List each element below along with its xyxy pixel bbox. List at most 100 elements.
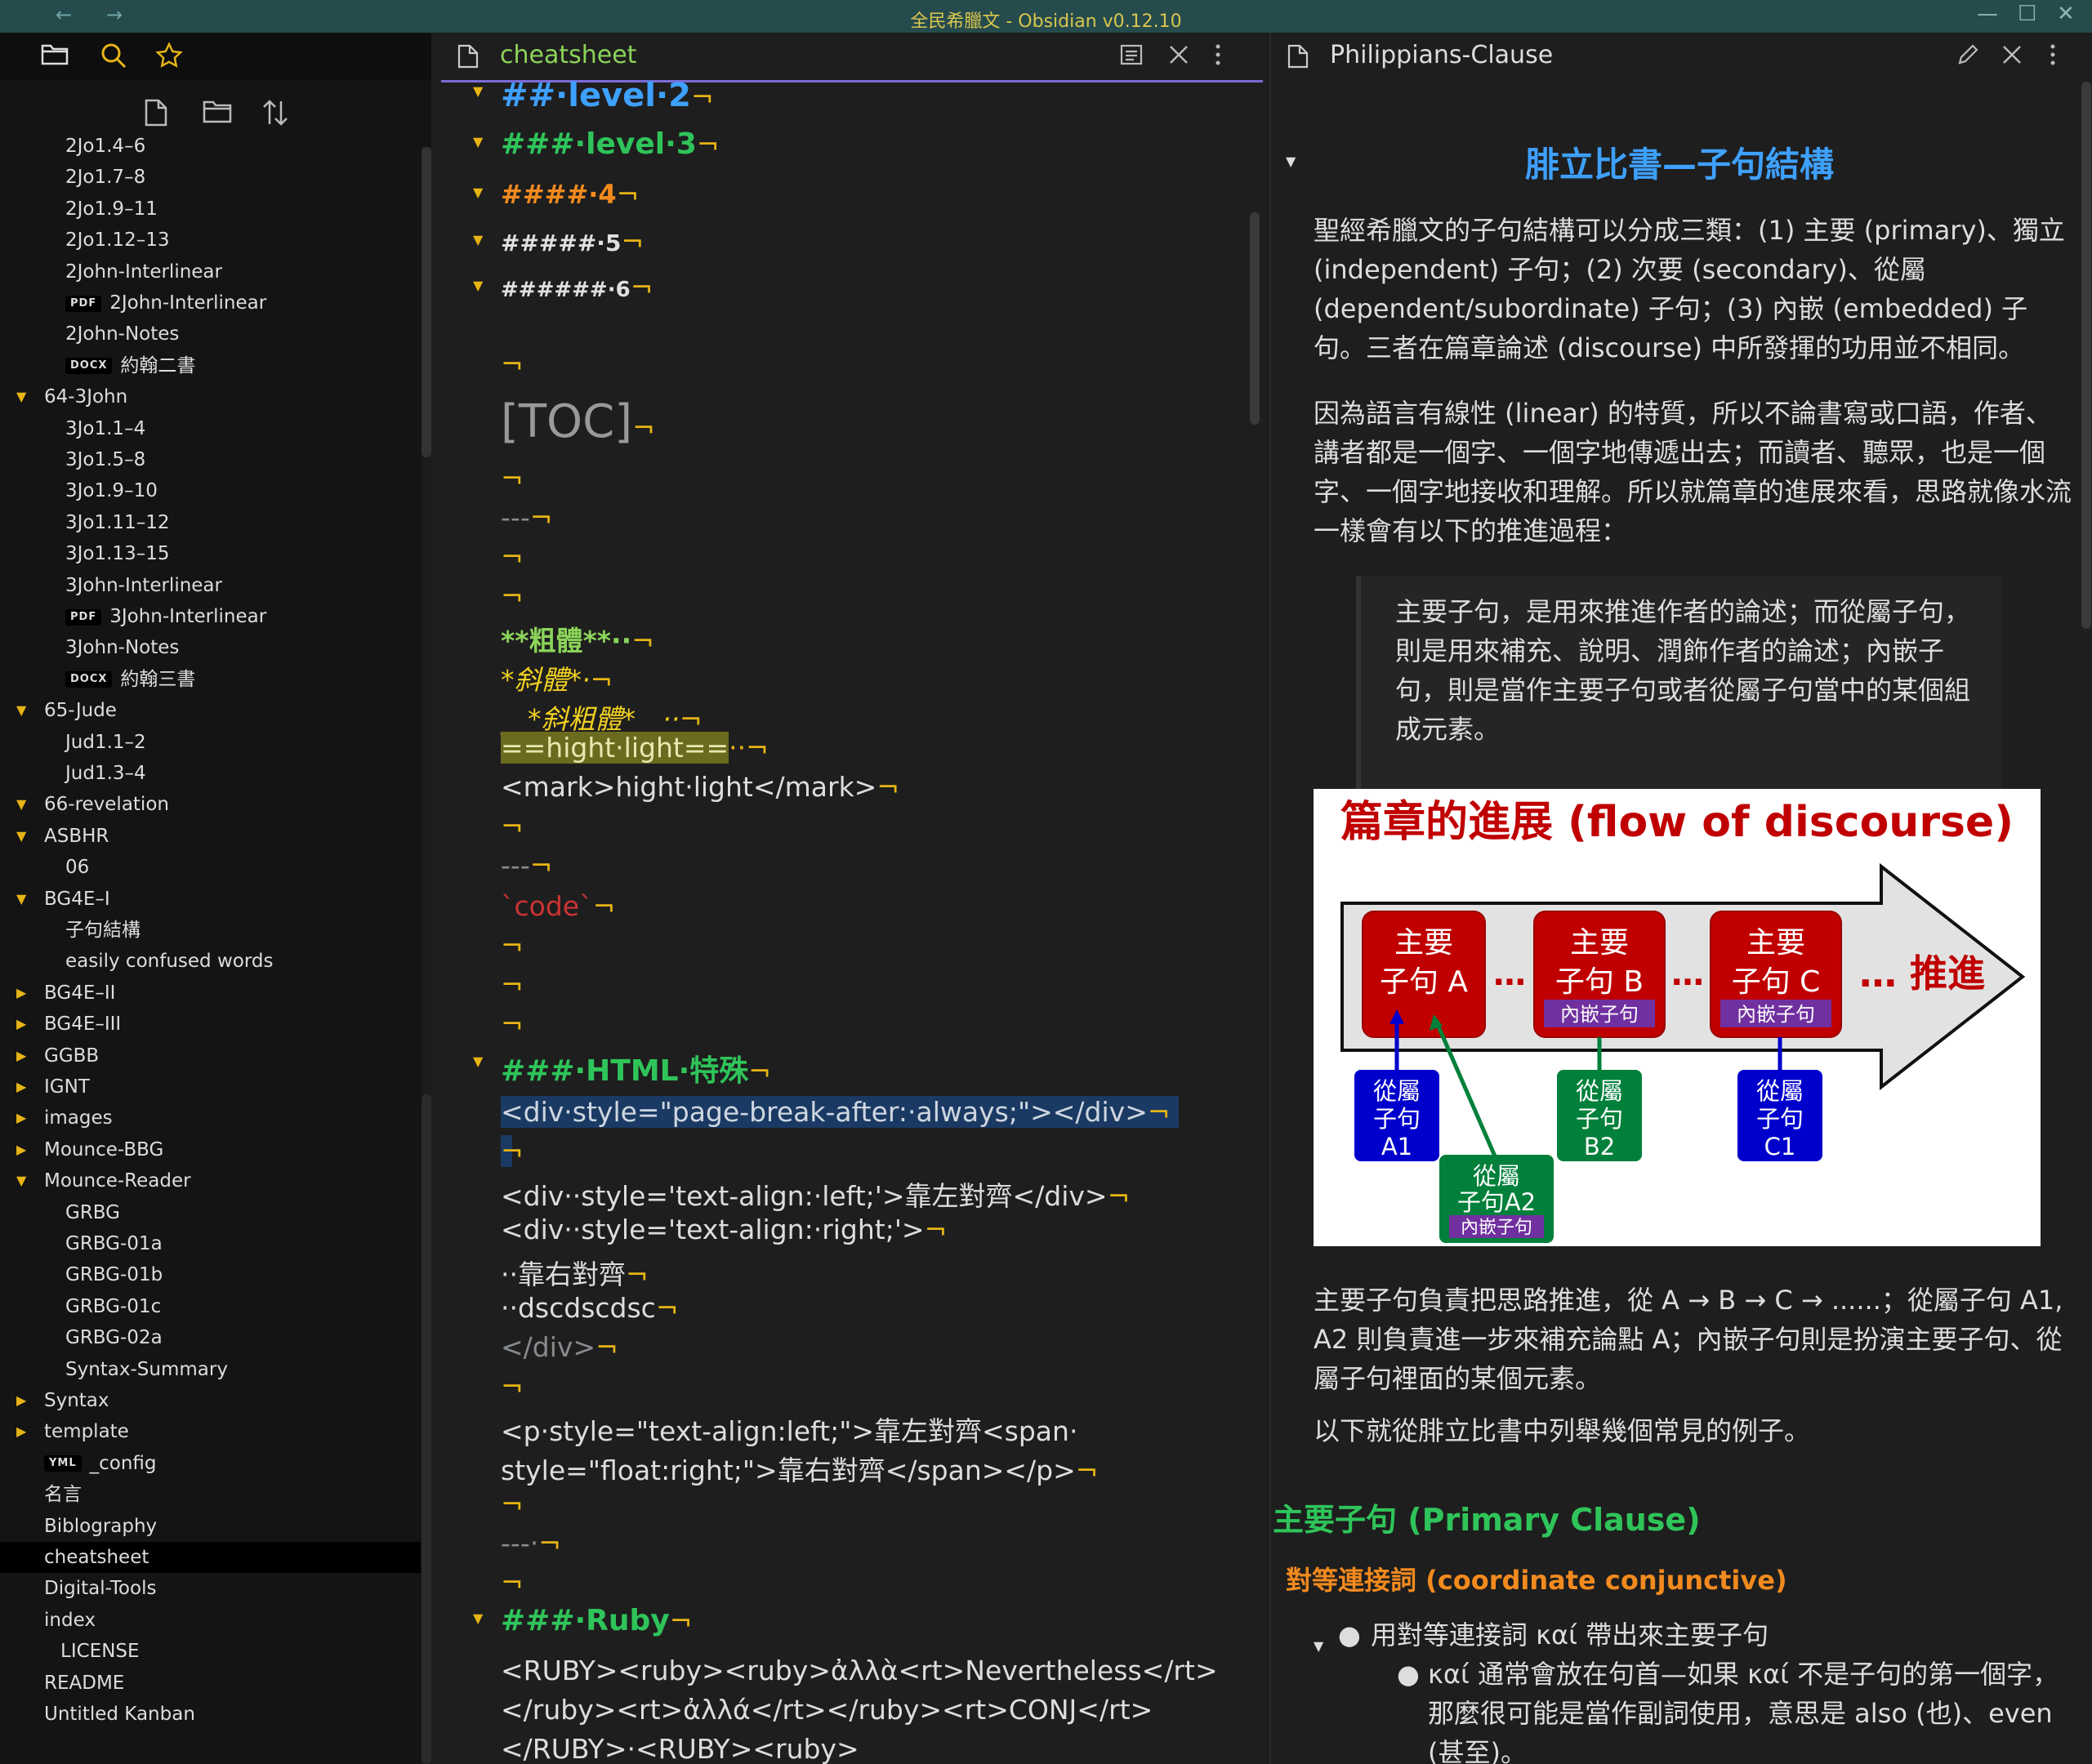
folder-item[interactable]: ▼ Mounce-Reader [0, 1165, 421, 1196]
editor-line[interactable]: ¬ [501, 1566, 524, 1598]
folder-item[interactable]: ▶ images [0, 1102, 421, 1134]
folder-item[interactable]: ▶ template [0, 1416, 421, 1447]
sidebar-scrollbar[interactable] [422, 147, 431, 1764]
file-item[interactable]: 3Jo1.5–8 [0, 444, 421, 475]
close-icon[interactable] [2000, 42, 2026, 70]
caret-right-icon[interactable]: ▶ [16, 978, 26, 1009]
caret-down-icon[interactable]: ▼ [16, 381, 26, 412]
file-item[interactable]: PDF 2John-Interlinear [0, 287, 421, 318]
collapse-caret-icon[interactable]: ▼ [1314, 1627, 1323, 1666]
folder-item[interactable]: ▼ ASBHR [0, 821, 421, 852]
edit-pencil-icon[interactable] [1956, 42, 1982, 70]
editor-line[interactable]: ¬ [501, 580, 524, 612]
file-item[interactable]: README [0, 1668, 421, 1699]
editor-line[interactable]: *斜體*·¬ [501, 658, 613, 697]
caret-right-icon[interactable]: ▶ [16, 1134, 26, 1165]
caret-right-icon[interactable]: ▶ [16, 1071, 26, 1102]
star-icon[interactable] [155, 42, 188, 73]
file-item[interactable]: 2John-Interlinear [0, 256, 421, 287]
editor-line[interactable]: ---·¬ [501, 1527, 561, 1559]
file-item[interactable]: 2John-Notes [0, 318, 421, 350]
editor-heading-line[interactable]: ###·level·3¬ [473, 127, 719, 161]
file-item[interactable]: Digital-Tools [0, 1573, 421, 1604]
caret-right-icon[interactable]: ▶ [16, 1040, 26, 1071]
editor-line[interactable]: ¬ [501, 1370, 524, 1402]
caret-down-icon[interactable]: ▼ [16, 695, 26, 726]
editor-heading-line[interactable]: #####·5¬ [473, 225, 644, 257]
caret-down-icon[interactable]: ▼ [16, 884, 26, 915]
file-item[interactable]: easily confused words [0, 946, 421, 977]
editor-line[interactable]: ¬ [501, 541, 524, 572]
file-item[interactable]: 3Jo1.1–4 [0, 413, 421, 444]
caret-right-icon[interactable]: ▶ [16, 1009, 26, 1040]
editor-line[interactable]: ---¬ [501, 501, 552, 533]
editor-line[interactable]: ¬ [501, 1135, 524, 1167]
file-item[interactable]: GRBG [0, 1197, 421, 1228]
file-item[interactable]: 3John-Interlinear [0, 570, 421, 601]
file-item[interactable]: Jud1.3–4 [0, 758, 421, 789]
editor-line[interactable]: style="float:right;">靠右對齊</span></p>¬ [501, 1449, 1098, 1488]
folder-item[interactable]: ▼ 64-3John [0, 381, 421, 412]
editor-line[interactable]: <div··style='text-align:·right;'>¬ [501, 1214, 947, 1245]
file-item[interactable]: Untitled Kanban [0, 1699, 421, 1730]
file-item[interactable]: 名言 [0, 1479, 421, 1510]
new-folder-icon[interactable] [203, 98, 235, 134]
folder-item[interactable]: ▼ 65-Jude [0, 695, 421, 726]
editor-line[interactable]: ¬ [501, 969, 524, 1000]
folder-icon[interactable] [41, 42, 74, 73]
editor-line[interactable]: ··dscdscdsc¬ [501, 1292, 679, 1324]
file-item[interactable]: Jud1.1–2 [0, 727, 421, 758]
folder-item[interactable]: ▼ 66-revelation [0, 789, 421, 820]
editor-line[interactable]: <div·style="page-break-after:·always;"><… [501, 1096, 1179, 1128]
file-item[interactable]: Syntax-Summary [0, 1354, 421, 1385]
editor-line[interactable]: ---¬ [501, 849, 552, 881]
editor-scrollbar[interactable] [1250, 212, 1260, 425]
editor-line[interactable]: <p·style="text-align:left;">靠左對齊<span· [501, 1410, 1077, 1449]
reading-view-icon[interactable] [1119, 42, 1145, 70]
editor-line[interactable]: ··靠右對齊¬ [501, 1253, 649, 1292]
editor-heading-line[interactable]: ######·6¬ [473, 271, 653, 303]
folder-item[interactable]: ▶ Mounce-BBG [0, 1134, 421, 1165]
caret-down-icon[interactable]: ▼ [16, 1165, 26, 1196]
file-item[interactable]: Biblography [0, 1511, 421, 1542]
file-item[interactable]: 3John-Notes [0, 632, 421, 663]
caret-down-icon[interactable]: ▼ [16, 789, 26, 820]
editor-line[interactable]: ¬ [501, 462, 524, 494]
caret-right-icon[interactable]: ▶ [16, 1385, 26, 1416]
file-item[interactable]: 06 [0, 852, 421, 883]
file-item[interactable]: 2Jo1.4–6 [0, 131, 421, 162]
close-icon[interactable] [1166, 42, 1193, 70]
folder-item[interactable]: ▶ Syntax [0, 1385, 421, 1416]
editor-line[interactable]: [TOC]¬ [501, 395, 655, 448]
search-icon[interactable] [100, 42, 132, 73]
file-item[interactable]: 3Jo1.11–12 [0, 507, 421, 538]
editor-line[interactable]: ¬ [501, 810, 524, 842]
file-item[interactable]: 子句結構 [0, 915, 421, 946]
editor-heading-line[interactable]: ###·Ruby¬ [473, 1604, 692, 1637]
new-note-icon[interactable] [144, 98, 176, 134]
editor-line[interactable]: </div>¬ [501, 1331, 618, 1363]
editor-heading-line[interactable]: ##·level·2¬ [473, 77, 714, 114]
scrollbar-thumb[interactable] [422, 147, 431, 457]
caret-down-icon[interactable]: ▼ [16, 821, 26, 852]
editor-line[interactable]: <div··style='text-align:·left;'>靠左對齊</di… [501, 1174, 1130, 1214]
file-item[interactable]: index [0, 1605, 421, 1636]
editor-line[interactable]: ¬ [501, 929, 524, 961]
editor-line[interactable]: <RUBY><ruby><ruby>ἀλλὰ<rt>Nevertheless</… [501, 1655, 1218, 1686]
editor-line[interactable]: ¬ [501, 348, 524, 380]
file-item[interactable]: cheatsheet [0, 1542, 421, 1573]
close-window-icon[interactable]: ✕ [2057, 2, 2075, 26]
editor-line[interactable]: __*斜粗體*__··¬ [501, 697, 703, 737]
more-options-icon[interactable] [1212, 42, 1238, 70]
editor-line[interactable]: ¬ [501, 1008, 524, 1040]
minimize-icon[interactable]: — [1977, 2, 1998, 26]
editor-line[interactable]: **粗體**··¬ [501, 619, 654, 658]
editor-line[interactable]: <mark>hight·light</mark>¬ [501, 771, 899, 803]
folder-item[interactable]: ▼ BG4E–I [0, 884, 421, 915]
caret-right-icon[interactable]: ▶ [16, 1416, 26, 1447]
file-item[interactable]: 3Jo1.13–15 [0, 538, 421, 569]
more-options-icon[interactable] [2047, 42, 2073, 70]
file-item[interactable]: YML _config [0, 1448, 421, 1479]
file-item[interactable]: DOCX 約翰二書 [0, 350, 421, 381]
sort-icon[interactable] [261, 98, 294, 134]
